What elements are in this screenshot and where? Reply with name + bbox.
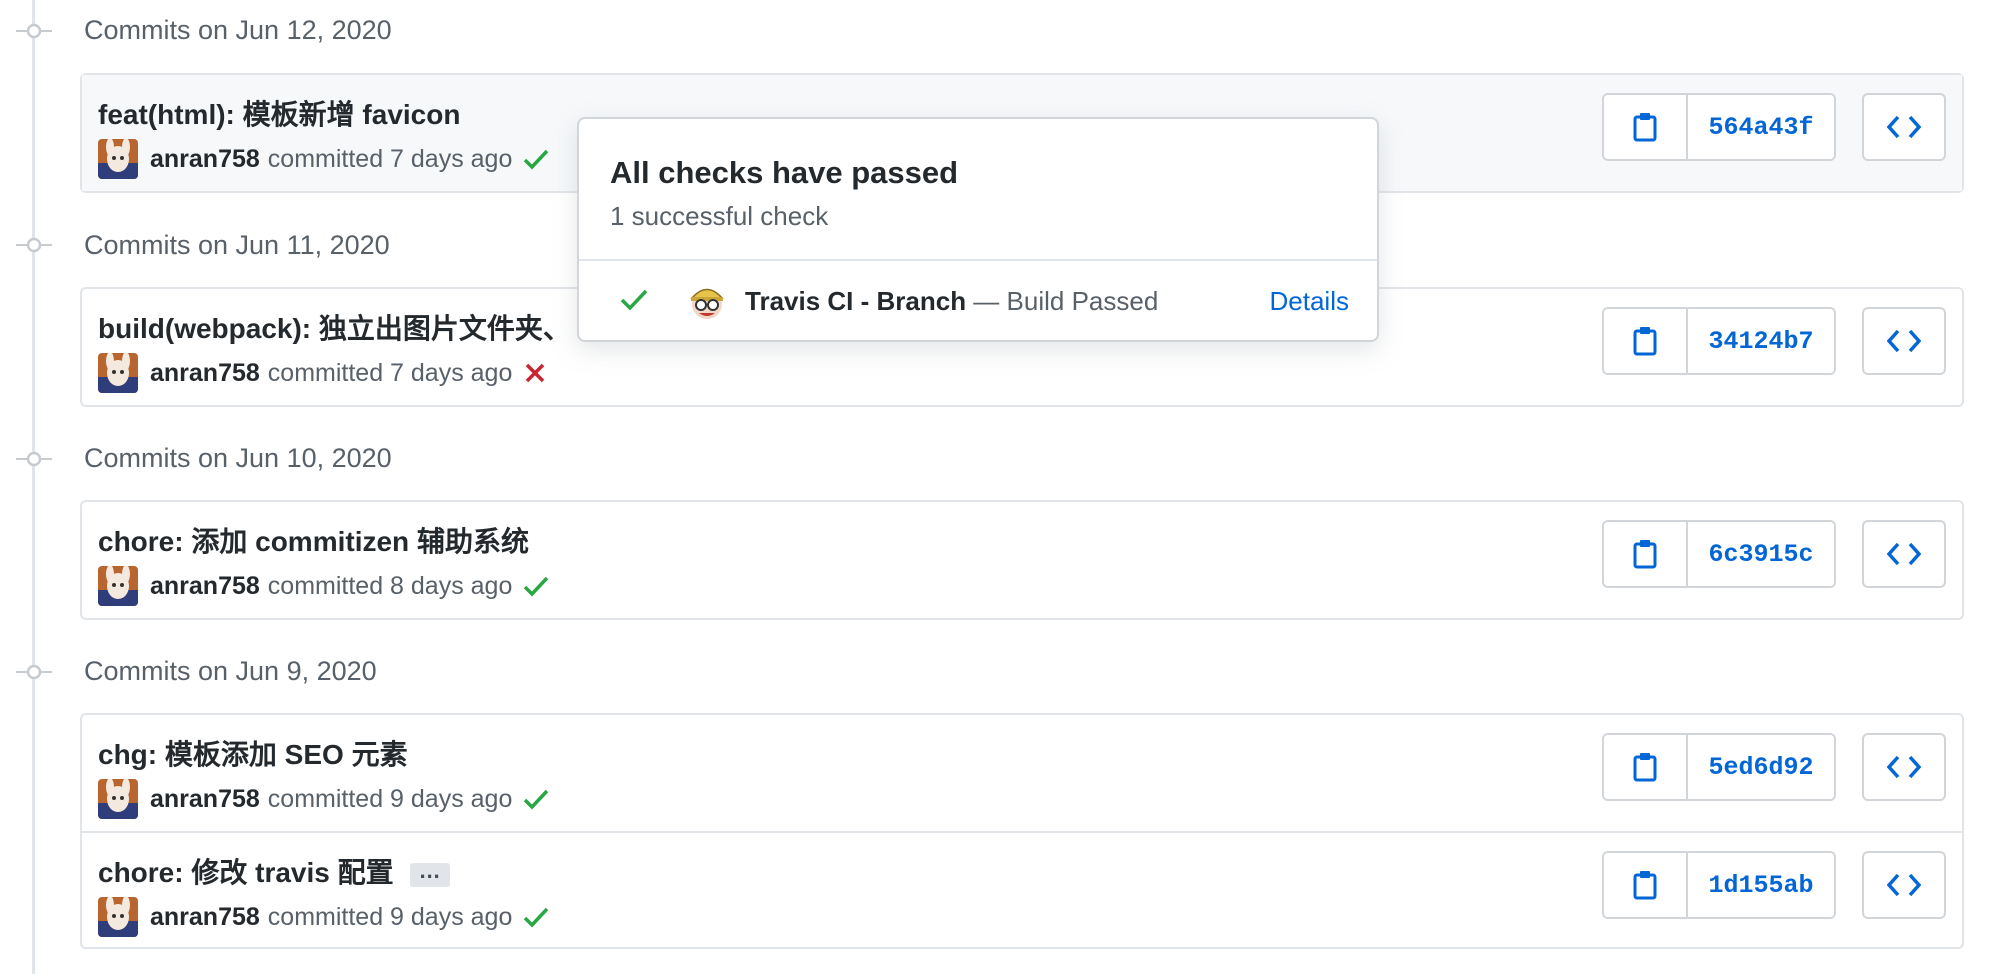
checks-popover: All checks have passed 1 successful chec… <box>577 117 1379 342</box>
group-title: Commits on Jun 10, 2020 <box>84 443 392 473</box>
clipboard-icon <box>1633 540 1657 569</box>
copy-sha-button[interactable] <box>1604 853 1688 917</box>
code-icon <box>1887 873 1921 897</box>
code-icon <box>1887 755 1921 779</box>
commit-message-link[interactable]: chore: 添加 commitizen 辅助系统 <box>98 520 529 560</box>
commit-message-link[interactable]: feat(html): 模板新增 favicon <box>98 93 460 133</box>
avatar[interactable] <box>98 139 138 179</box>
commit-row: chg: 模板添加 SEO 元素 anran758 committed 9 da… <box>82 715 1962 831</box>
check-success-icon[interactable] <box>522 905 550 929</box>
author-link[interactable]: anran758 <box>150 572 260 601</box>
commit-time: committed 9 days ago <box>267 784 513 813</box>
commit-meta: anran758 committed 8 days ago <box>98 566 550 606</box>
commit-time: committed 7 days ago <box>267 144 513 173</box>
commit-message: chore: 修改 travis 配置 … <box>98 851 450 891</box>
check-success-icon[interactable] <box>522 787 550 811</box>
commit-row: chore: 添加 commitizen 辅助系统 anran758 commi… <box>82 502 1962 618</box>
sha-button-group: 564a43f <box>1602 93 1836 161</box>
check-row: Travis CI - Branch — Build Passed Detail… <box>579 261 1377 342</box>
sha-button-group: 6c3915c <box>1602 520 1836 588</box>
clipboard-icon <box>1633 871 1657 900</box>
copy-sha-button[interactable] <box>1604 309 1688 373</box>
author-link[interactable]: anran758 <box>150 145 260 174</box>
check-success-icon[interactable] <box>522 574 550 598</box>
commit-meta: anran758 committed 9 days ago <box>98 779 550 819</box>
commit-row: chore: 修改 travis 配置 … anran758 committed … <box>82 831 1962 947</box>
popover-subtitle: 1 successful check <box>610 201 829 231</box>
popover-header: All checks have passed 1 successful chec… <box>579 119 1377 261</box>
commit-actions: 34124b7 <box>1602 307 1946 375</box>
avatar[interactable] <box>98 566 138 606</box>
check-failure-icon[interactable] <box>522 361 548 385</box>
commit-actions: 1d155ab <box>1602 851 1946 919</box>
group-title: Commits on Jun 12, 2020 <box>84 15 392 45</box>
commit-sha-link[interactable]: 564a43f <box>1688 95 1834 159</box>
commit-list: chore: 添加 commitizen 辅助系统 anran758 commi… <box>80 500 1964 620</box>
code-icon <box>1887 329 1921 353</box>
commit-node-icon <box>16 237 52 253</box>
check-title: Travis CI - Branch <box>745 286 967 316</box>
commit-actions: 6c3915c <box>1602 520 1946 588</box>
commit-sha-link[interactable]: 5ed6d92 <box>1688 735 1834 799</box>
sha-button-group: 34124b7 <box>1602 307 1836 375</box>
browse-repo-button[interactable] <box>1862 307 1946 375</box>
author-link[interactable]: anran758 <box>150 785 260 814</box>
commit-time: committed 8 days ago <box>267 571 513 600</box>
commit-node-icon <box>16 664 52 680</box>
commit-node-icon <box>16 451 52 467</box>
commit-sha-link[interactable]: 1d155ab <box>1688 853 1834 917</box>
avatar[interactable] <box>98 897 138 937</box>
clipboard-icon <box>1633 327 1657 356</box>
commit-time: committed 9 days ago <box>267 902 513 931</box>
commit-meta: anran758 committed 7 days ago <box>98 139 550 179</box>
avatar[interactable] <box>98 353 138 393</box>
copy-sha-button[interactable] <box>1604 522 1688 586</box>
commit-node-icon <box>16 23 52 39</box>
author-link[interactable]: anran758 <box>150 359 260 388</box>
copy-sha-button[interactable] <box>1604 95 1688 159</box>
check-name: Travis CI - Branch — Build Passed <box>745 286 1158 317</box>
timeline-line <box>32 0 35 974</box>
commit-message-link[interactable]: chore: 修改 travis 配置 <box>98 857 394 888</box>
clipboard-icon <box>1633 753 1657 782</box>
expand-message-button[interactable]: … <box>409 859 450 887</box>
commit-actions: 5ed6d92 <box>1602 733 1946 801</box>
commit-message-link[interactable]: chg: 模板添加 SEO 元素 <box>98 733 408 773</box>
commit-sha-link[interactable]: 6c3915c <box>1688 522 1834 586</box>
browse-repo-button[interactable] <box>1862 733 1946 801</box>
browse-repo-button[interactable] <box>1862 851 1946 919</box>
popover-title: All checks have passed <box>610 155 959 190</box>
travis-ci-logo-icon <box>690 288 724 319</box>
check-status-text: — Build Passed <box>966 286 1159 316</box>
browse-repo-button[interactable] <box>1862 93 1946 161</box>
check-success-icon <box>620 289 648 311</box>
avatar[interactable] <box>98 779 138 819</box>
commit-meta: anran758 committed 9 days ago <box>98 897 550 937</box>
browse-repo-button[interactable] <box>1862 520 1946 588</box>
sha-button-group: 1d155ab <box>1602 851 1836 919</box>
copy-sha-button[interactable] <box>1604 735 1688 799</box>
code-icon <box>1887 542 1921 566</box>
sha-button-group: 5ed6d92 <box>1602 733 1836 801</box>
commit-message-link[interactable]: build(webpack): 独立出图片文件夹、 <box>98 307 571 347</box>
clipboard-icon <box>1633 113 1657 142</box>
commit-sha-link[interactable]: 34124b7 <box>1688 309 1834 373</box>
commit-actions: 564a43f <box>1602 93 1946 161</box>
commit-meta: anran758 committed 7 days ago <box>98 353 548 393</box>
author-link[interactable]: anran758 <box>150 903 260 932</box>
commit-list: chg: 模板添加 SEO 元素 anran758 committed 9 da… <box>80 713 1964 949</box>
group-title: Commits on Jun 9, 2020 <box>84 656 377 686</box>
details-link[interactable]: Details <box>1270 286 1349 317</box>
check-success-icon[interactable] <box>522 147 550 171</box>
commit-time: committed 7 days ago <box>267 358 513 387</box>
code-icon <box>1887 115 1921 139</box>
group-title: Commits on Jun 11, 2020 <box>84 230 390 260</box>
